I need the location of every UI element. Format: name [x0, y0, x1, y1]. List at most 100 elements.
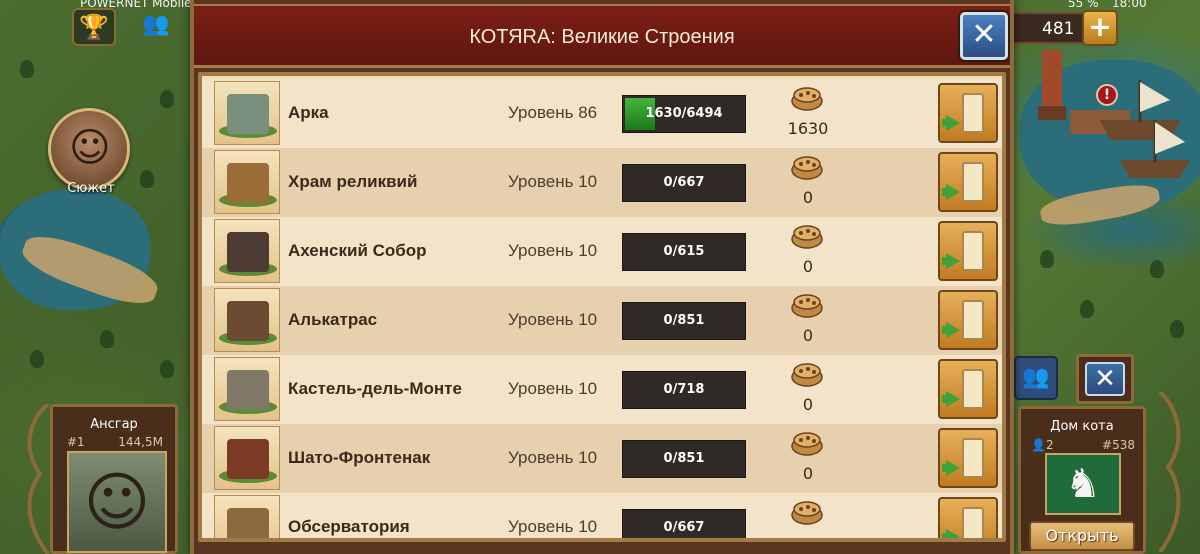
progress-bar: 0/718: [622, 371, 746, 409]
forge-points-value: 0: [802, 257, 814, 276]
guild-card[interactable]: Дом кота 👤2 #538 ♞ Открыть: [1018, 406, 1146, 554]
forge-points-icon: [791, 294, 823, 318]
tower-icon: [962, 369, 984, 409]
building-icon: [227, 370, 269, 410]
progress-text: 1630/6494: [645, 106, 723, 121]
building-icon: [227, 508, 269, 538]
tree: [140, 170, 154, 188]
tree: [1040, 250, 1054, 268]
building-image: [214, 288, 280, 352]
progress-text: 0/667: [663, 175, 705, 190]
player-card[interactable]: Ансгар #1 144,5M ☺: [50, 404, 178, 554]
great-building-row[interactable]: Обсерватория Уровень 10 0/667: [202, 493, 1002, 542]
contribute-button[interactable]: [938, 221, 998, 281]
guild-name: Дом кота: [1050, 419, 1114, 434]
tree: [1170, 320, 1184, 338]
great-building-row[interactable]: Ахенский Собор Уровень 10 0/615 0: [202, 217, 1002, 286]
building-icon: [227, 301, 269, 341]
building-name: Храм реликвий: [288, 172, 418, 191]
forge-points-value: 1630: [787, 119, 829, 138]
player-rank: #1: [67, 435, 85, 449]
forge-points-icon: [791, 363, 823, 387]
progress-bar: 0/851: [622, 302, 746, 340]
dialog-title: КОТЯRA: Великие Строения: [469, 26, 735, 48]
social-icon[interactable]: 👥: [142, 12, 186, 46]
tower-icon: [962, 507, 984, 538]
forge-points-icon: [791, 156, 823, 180]
building-name: Алькатрас: [288, 310, 378, 329]
guild-member-count: 2: [1045, 438, 1054, 452]
story-button[interactable]: ☺: [48, 108, 130, 190]
advisor-portrait-icon: ☺: [69, 125, 111, 171]
tree: [160, 360, 174, 378]
close-dialog-button[interactable]: ✕: [960, 12, 1008, 60]
building-image: [214, 81, 280, 145]
great-building-row[interactable]: Алькатрас Уровень 10 0/851 0: [202, 286, 1002, 355]
forge-points-value: 0: [802, 464, 814, 483]
building-level: Уровень 10: [508, 241, 598, 260]
progress-text: 0/667: [663, 520, 705, 535]
forge-points-value: 0: [802, 188, 814, 207]
building-name: Арка: [288, 103, 329, 122]
building-icon: [227, 163, 269, 203]
progress-text: 0/851: [663, 451, 705, 466]
great-building-row[interactable]: Шато-Фронтенак Уровень 10 0/851 0: [202, 424, 1002, 493]
progress-text: 0/851: [663, 313, 705, 328]
story-label: Сюжет: [67, 181, 115, 196]
building-name: Кастель-дель-Монте: [288, 379, 462, 398]
progress-bar: 0/667: [622, 509, 746, 538]
forge-points-icon: [791, 225, 823, 249]
tree: [1150, 260, 1164, 278]
building-ground: [219, 538, 277, 542]
tree: [1080, 300, 1094, 318]
building-name: Ахенский Собор: [288, 241, 427, 260]
friends-icon[interactable]: 👥: [1014, 356, 1058, 400]
building-image: [214, 219, 280, 283]
trophy-icon[interactable]: 🏆: [72, 8, 116, 46]
guild-open-button[interactable]: Открыть: [1029, 521, 1135, 551]
clock-label: 18:00: [1112, 0, 1147, 10]
great-building-row[interactable]: Арка Уровень 86 1630/6494 1630: [202, 79, 1002, 148]
building-image: [214, 495, 280, 542]
tower-icon: [962, 300, 984, 340]
harbor-buildings[interactable]: [1030, 50, 1200, 220]
close-panel-button[interactable]: ✕: [1076, 354, 1134, 404]
tower-icon: [962, 162, 984, 202]
building-image: [214, 150, 280, 214]
ornament-right: [1158, 392, 1181, 552]
tower-icon: [962, 93, 984, 133]
arrow-icon: [946, 115, 960, 131]
alert-badge[interactable]: !: [1096, 84, 1118, 106]
tower-icon: [962, 231, 984, 271]
great-building-row[interactable]: Храм реликвий Уровень 10 0/667 0: [202, 148, 1002, 217]
guild-emblem-icon: ♞: [1045, 453, 1121, 515]
great-buildings-dialog: КОТЯRA: Великие Строения ✕ Арка Уровень …: [190, 0, 1014, 554]
great-buildings-list[interactable]: Арка Уровень 86 1630/6494 1630 Храм рели…: [198, 72, 1006, 542]
arrow-icon: [946, 253, 960, 269]
tree: [30, 350, 44, 368]
forge-points-icon: [791, 87, 823, 111]
contribute-button[interactable]: [938, 83, 998, 143]
forge-points-value: 0: [802, 326, 814, 345]
forge-points-icon: [791, 501, 823, 525]
progress-bar: 0/851: [622, 440, 746, 478]
contribute-button[interactable]: [938, 428, 998, 488]
progress-bar: 1630/6494: [622, 95, 746, 133]
great-building-row[interactable]: Кастель-дель-Монте Уровень 10 0/718 0: [202, 355, 1002, 424]
coins-value: 481: [1042, 19, 1075, 39]
building-level: Уровень 10: [508, 517, 598, 536]
building-level: Уровень 10: [508, 448, 598, 467]
add-coins-button[interactable]: +: [1082, 10, 1118, 46]
tree: [20, 60, 34, 78]
building-icon: [227, 94, 269, 134]
contribute-button[interactable]: [938, 152, 998, 212]
guild-members: 👤2: [1031, 438, 1054, 452]
contribute-button[interactable]: [938, 359, 998, 419]
tree: [100, 330, 114, 348]
tower-icon: [962, 438, 984, 478]
building-level: Уровень 10: [508, 172, 598, 191]
building-icon: [227, 439, 269, 479]
contribute-button[interactable]: [938, 290, 998, 350]
contribute-button[interactable]: [938, 497, 998, 538]
ornament-left: [27, 404, 50, 554]
